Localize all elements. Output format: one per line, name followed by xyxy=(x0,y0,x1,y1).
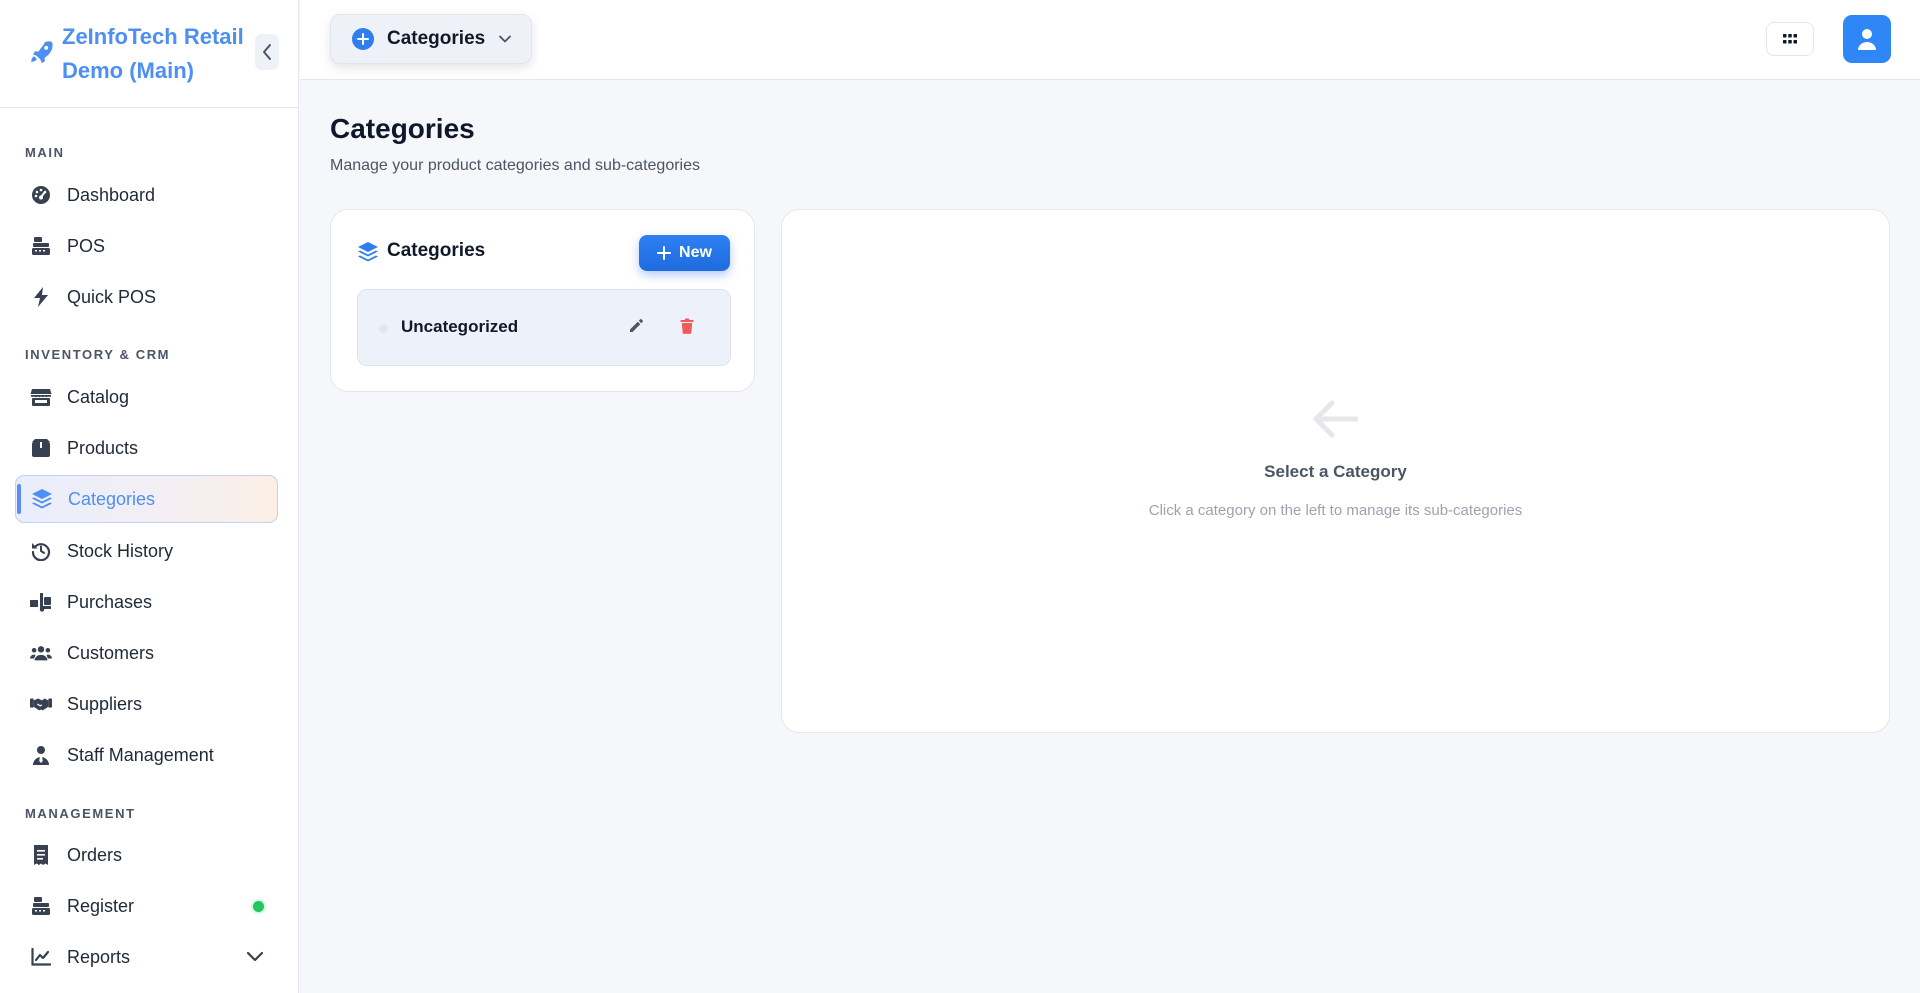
category-list-panel: Categories New Uncategorized xyxy=(330,209,755,392)
category-list-item[interactable]: Uncategorized xyxy=(357,289,731,366)
history-icon xyxy=(30,540,52,562)
sidebar-item-orders[interactable]: Orders xyxy=(15,831,278,879)
top-bar: Categories xyxy=(300,0,1920,80)
sidebar-item-label: Purchases xyxy=(67,591,153,612)
bolt-icon xyxy=(30,286,52,308)
sidebar-item-pos[interactable]: POS xyxy=(15,222,278,270)
page-subtitle: Manage your product categories and sub-c… xyxy=(330,157,700,174)
sidebar-item-label: POS xyxy=(67,235,106,256)
sidebar-item-label: Reports xyxy=(67,946,131,967)
sidebar-item-stock-history[interactable]: Stock History xyxy=(15,527,278,575)
user-tie-icon xyxy=(30,744,52,766)
sidebar-item-categories[interactable]: Categories xyxy=(15,475,278,523)
truck-ramp-icon xyxy=(30,591,52,613)
section-label-main: MAIN xyxy=(25,145,65,160)
layers-icon xyxy=(358,242,378,262)
layers-icon xyxy=(31,488,53,510)
brand-header: ZeInfoTech Retail Demo (Main) xyxy=(0,0,298,108)
box-icon xyxy=(30,437,52,459)
plus-circle-icon xyxy=(352,28,374,50)
sidebar-item-register[interactable]: Register xyxy=(15,882,278,930)
sidebar-item-reports[interactable]: Reports xyxy=(15,933,278,981)
sidebar-item-label: Catalog xyxy=(67,386,130,407)
grid-icon xyxy=(1783,34,1797,44)
sub-category-panel: Select a Category Click a category on th… xyxy=(781,209,1890,733)
sidebar-item-label: Stock History xyxy=(67,540,174,561)
page-switcher-dropdown[interactable]: Categories xyxy=(330,14,532,64)
sidebar-item-staff-management[interactable]: Staff Management xyxy=(15,731,278,779)
users-icon xyxy=(30,642,52,664)
sidebar-item-quick-pos[interactable]: Quick POS xyxy=(15,273,278,321)
chevron-left-icon xyxy=(263,44,271,60)
category-list-title: Categories xyxy=(387,240,486,261)
sidebar-item-label: Dashboard xyxy=(67,184,156,205)
sidebar-item-label: Register xyxy=(67,895,135,916)
arrow-left-icon xyxy=(1313,400,1358,438)
empty-state-title: Select a Category xyxy=(1264,462,1407,481)
rocket-icon xyxy=(31,41,53,64)
page-switcher-label: Categories xyxy=(387,28,486,49)
register-status-dot xyxy=(253,900,264,912)
category-color-dot xyxy=(379,324,388,333)
brand-name: ZeInfoTech Retail Demo (Main) xyxy=(62,20,252,88)
handshake-icon xyxy=(30,693,52,715)
section-label-inventory: INVENTORY & CRM xyxy=(25,347,171,362)
category-name: Uncategorized xyxy=(401,317,519,336)
line-chart-icon xyxy=(30,946,52,968)
sidebar: ZeInfoTech Retail Demo (Main) MAIN Dashb… xyxy=(0,0,299,993)
new-button-label: New xyxy=(679,244,712,261)
sidebar-item-purchases[interactable]: Purchases xyxy=(15,578,278,626)
gauge-icon xyxy=(30,184,52,206)
sidebar-item-label: Suppliers xyxy=(67,693,143,714)
pencil-icon[interactable] xyxy=(628,318,644,334)
sidebar-item-label: Orders xyxy=(67,844,123,865)
user-icon xyxy=(1858,29,1876,50)
sidebar-item-label: Customers xyxy=(67,642,155,663)
sidebar-item-catalog[interactable]: Catalog xyxy=(15,373,278,421)
receipt-icon xyxy=(30,844,52,866)
empty-state-subtitle: Click a category on the left to manage i… xyxy=(1148,502,1523,519)
page-title: Categories xyxy=(330,113,475,144)
new-category-button[interactable]: New xyxy=(639,235,730,271)
cash-register-icon xyxy=(30,235,52,257)
sidebar-item-customers[interactable]: Customers xyxy=(15,629,278,677)
section-label-management: MANAGEMENT xyxy=(25,806,136,821)
user-menu-button[interactable] xyxy=(1843,15,1891,63)
sidebar-item-label: Quick POS xyxy=(67,286,157,307)
sidebar-item-label: Categories xyxy=(68,488,156,509)
cash-register-icon xyxy=(30,895,52,917)
chevron-down-icon xyxy=(499,35,512,43)
sidebar-item-dashboard[interactable]: Dashboard xyxy=(15,171,278,219)
sidebar-item-label: Products xyxy=(67,437,139,458)
trash-icon[interactable] xyxy=(680,318,694,334)
brand-line-1: ZeInfoTech Retail xyxy=(62,24,244,49)
store-icon xyxy=(30,386,52,408)
plus-icon xyxy=(657,246,672,260)
sidebar-item-label: Staff Management xyxy=(67,744,214,765)
sidebar-item-suppliers[interactable]: Suppliers xyxy=(15,680,278,728)
apps-grid-button[interactable] xyxy=(1766,22,1814,56)
collapse-sidebar-button[interactable] xyxy=(255,34,279,70)
chevron-down-icon[interactable] xyxy=(246,951,264,963)
brand-line-2: Demo (Main) xyxy=(62,58,194,83)
sidebar-item-products[interactable]: Products xyxy=(15,424,278,472)
